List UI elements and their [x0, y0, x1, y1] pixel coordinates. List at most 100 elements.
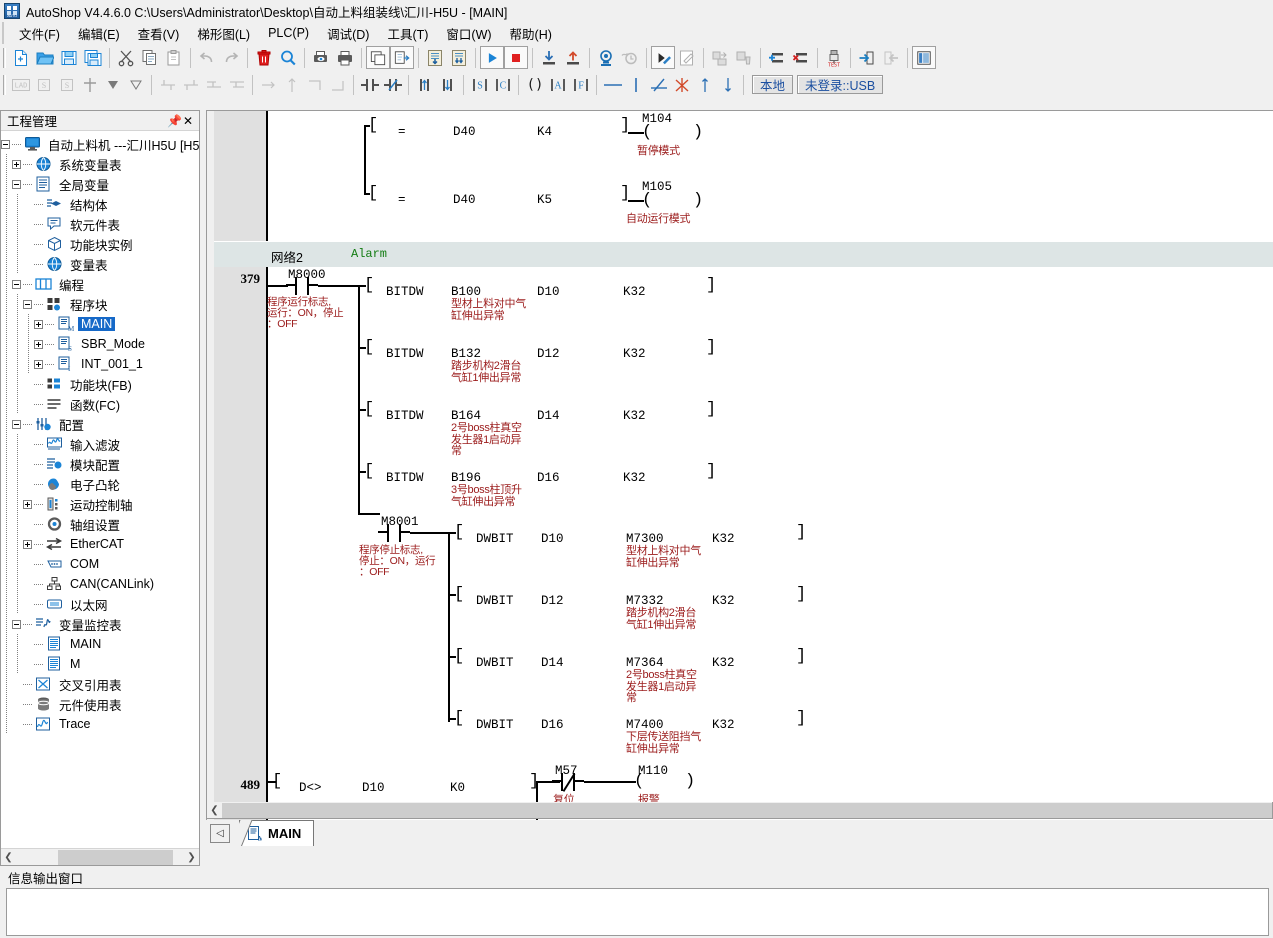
undo-icon[interactable]	[195, 46, 219, 69]
download-to-plc-icon[interactable]	[537, 46, 561, 69]
save-all-icon[interactable]	[81, 46, 105, 69]
menu-tools[interactable]: 工具(T)	[378, 22, 437, 45]
tree-item-[interactable]: 电子凸轮	[1, 474, 199, 494]
hline-icon[interactable]	[601, 73, 624, 96]
contact-m8000[interactable]	[286, 277, 318, 295]
paste-icon[interactable]	[162, 46, 186, 69]
menu-help[interactable]: 帮助(H)	[501, 22, 561, 45]
tree-toggle-expand-icon[interactable]	[23, 539, 32, 549]
tree-item-com[interactable]: COM	[1, 554, 199, 574]
scroll-right-arrow[interactable]: ❯	[184, 852, 199, 863]
tree-horizontal-scrollbar[interactable]: ❮ ❯	[1, 848, 199, 865]
tab-main[interactable]: M MAIN	[239, 820, 315, 846]
tree-item-[interactable]: 变量表	[1, 254, 199, 274]
menu-file[interactable]: 文件(F)	[10, 22, 69, 45]
no-contact-icon[interactable]	[358, 73, 381, 96]
tree-item-main[interactable]: MAIN	[1, 634, 199, 654]
cursor-icon[interactable]	[78, 73, 101, 96]
tree-toggle-collapse-icon[interactable]	[12, 419, 21, 429]
save-icon[interactable]	[57, 46, 81, 69]
corner2-icon[interactable]	[326, 73, 349, 96]
tree-toggle-collapse-icon[interactable]	[12, 619, 21, 629]
tree-toggle-collapse-icon[interactable]	[12, 279, 21, 289]
tree-item-[interactable]: 配置	[1, 414, 199, 434]
tree-item-[interactable]: 交叉引用表	[1, 674, 199, 694]
project-tree[interactable]: 自动上料机 ---汇川H5U [H5 系统变量表 全局变量 结构体 软元件表 功能块实例变…	[1, 131, 199, 848]
tree-item-h5u-h5[interactable]: 自动上料机 ---汇川H5U [H5	[1, 134, 199, 154]
compile-icon[interactable]	[423, 46, 447, 69]
ladder-editor[interactable]: [ = D40 K4 ] M104 ( ) 暂停模式 [ = D40 K5 ] …	[206, 110, 1273, 838]
logout-icon[interactable]	[879, 46, 903, 69]
editor-scroll-thumb[interactable]	[222, 802, 1272, 818]
open-folder-icon[interactable]	[33, 46, 57, 69]
tree-item-fc[interactable]: 函数(FC)	[1, 394, 199, 414]
tree-item-[interactable]: 元件使用表	[1, 694, 199, 714]
tree-item-ethercat[interactable]: EtherCAT	[1, 534, 199, 554]
contact-m8001[interactable]	[378, 524, 410, 542]
copy-icon[interactable]	[138, 46, 162, 69]
ladder-toolbar-grip[interactable]	[3, 74, 6, 95]
tree-toggle-expand-icon[interactable]	[34, 339, 43, 349]
set-icon[interactable]: S	[468, 73, 491, 96]
application-instruction-icon[interactable]: A	[546, 73, 569, 96]
menu-view[interactable]: 查看(V)	[129, 22, 189, 45]
down-icon[interactable]	[716, 73, 739, 96]
menu-window[interactable]: 窗口(W)	[437, 22, 500, 45]
branch-left-icon[interactable]	[202, 73, 225, 96]
editor-scroll-left[interactable]: ❮	[207, 805, 222, 816]
run-icon[interactable]	[480, 46, 504, 69]
tree-item-[interactable]: 运动控制轴	[1, 494, 199, 514]
force-icon[interactable]	[708, 46, 732, 69]
corner-icon[interactable]	[303, 73, 326, 96]
stop-icon[interactable]	[504, 46, 528, 69]
editor-scroll-track[interactable]	[222, 802, 1272, 818]
del-vline-icon[interactable]	[670, 73, 693, 96]
rising-edge-icon[interactable]	[413, 73, 436, 96]
monitor-clock-icon[interactable]	[618, 46, 642, 69]
window-next-icon[interactable]	[390, 46, 414, 69]
tree-item-[interactable]: 系统变量表	[1, 154, 199, 174]
insert-row-icon[interactable]	[765, 46, 789, 69]
tree-toggle-collapse-icon[interactable]	[1, 139, 10, 149]
tree-item-[interactable]: 模块配置	[1, 454, 199, 474]
tree-item-[interactable]: 编程	[1, 274, 199, 294]
tree-item-[interactable]: 变量监控表	[1, 614, 199, 634]
monitor-icon[interactable]	[594, 46, 618, 69]
reset-icon[interactable]: C	[491, 73, 514, 96]
scroll-track[interactable]	[16, 849, 184, 865]
coil-icon[interactable]: ()	[523, 73, 546, 96]
tree-item-[interactable]: 程序块	[1, 294, 199, 314]
pin-icon[interactable]: 📌	[167, 114, 182, 128]
tree-item-[interactable]: 轴组设置	[1, 514, 199, 534]
status-login-button[interactable]: 未登录::USB	[797, 75, 884, 94]
line-up-icon[interactable]	[280, 73, 303, 96]
upload-from-plc-icon[interactable]	[561, 46, 585, 69]
tree-item-[interactable]: 全局变量	[1, 174, 199, 194]
login-icon[interactable]	[855, 46, 879, 69]
tree-item-int_001_1[interactable]: I INT_001_1	[1, 354, 199, 374]
tree-toggle-expand-icon[interactable]	[12, 159, 21, 169]
sfc-icon[interactable]: S	[55, 73, 78, 96]
delete-icon[interactable]	[252, 46, 276, 69]
function-icon[interactable]: F	[569, 73, 592, 96]
panel-icon[interactable]	[912, 46, 936, 69]
branch-down-icon[interactable]	[179, 73, 202, 96]
vline-icon[interactable]	[624, 73, 647, 96]
status-local-button[interactable]: 本地	[752, 75, 794, 94]
edit-monitor-icon[interactable]	[651, 46, 675, 69]
branch-up-icon[interactable]	[156, 73, 179, 96]
tree-item-trace[interactable]: Trace	[1, 714, 199, 734]
tree-item-[interactable]: 结构体	[1, 194, 199, 214]
force-clear-icon[interactable]	[732, 46, 756, 69]
tree-item-m[interactable]: M	[1, 654, 199, 674]
down-arrow-icon[interactable]	[101, 73, 124, 96]
stl-icon[interactable]: S	[32, 73, 55, 96]
nc-contact-icon[interactable]	[381, 73, 404, 96]
tree-toggle-expand-icon[interactable]	[34, 319, 43, 329]
menu-debug[interactable]: 调试(D)	[318, 22, 378, 45]
redo-icon[interactable]	[219, 46, 243, 69]
tab-nav-left-icon[interactable]: ◁	[210, 824, 230, 843]
output-window-body[interactable]	[6, 888, 1269, 936]
delete-row-icon[interactable]	[789, 46, 813, 69]
scroll-left-arrow[interactable]: ❮	[1, 852, 16, 863]
